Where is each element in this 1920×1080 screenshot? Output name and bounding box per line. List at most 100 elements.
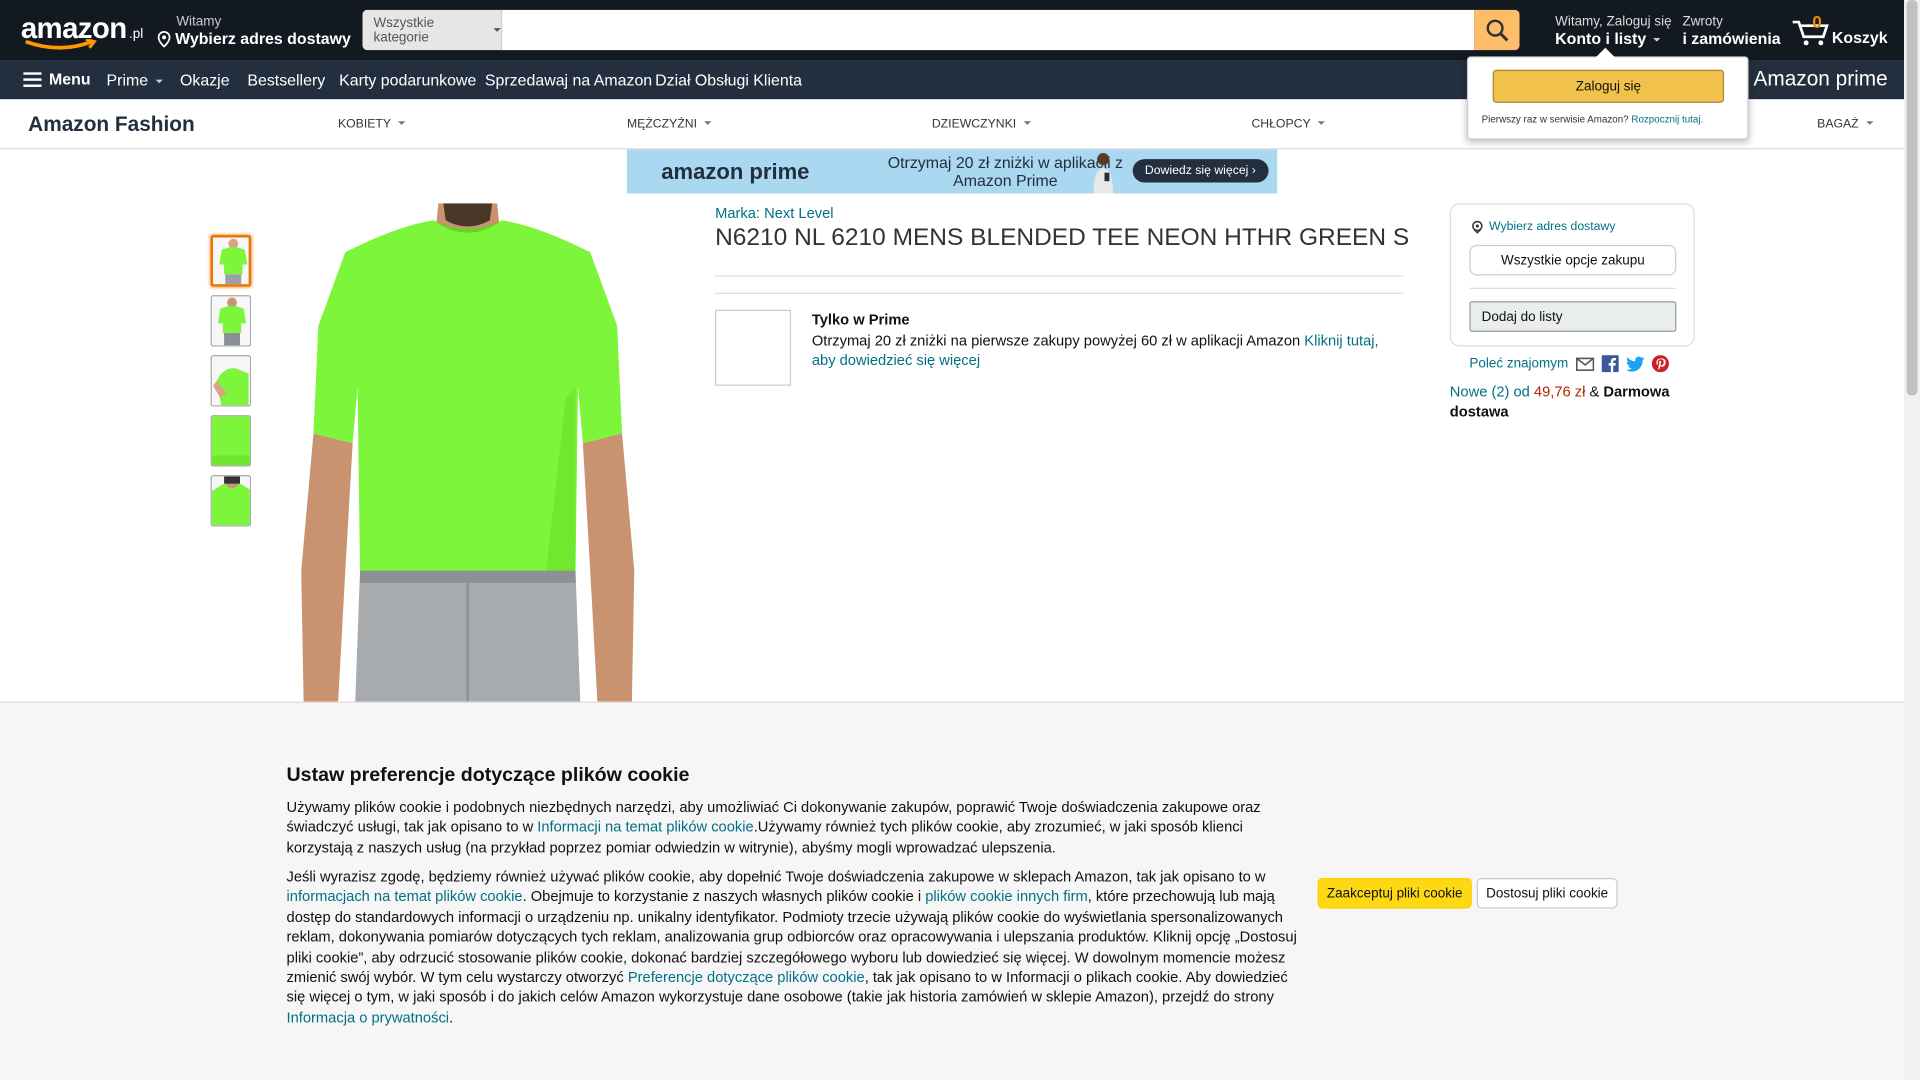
tshirt-collar-thumbnail [211, 476, 250, 526]
prime-offer-body: Otrzymaj 20 zł zniżki na pierwsze zakupy… [811, 331, 1305, 349]
new-customer-label: Pierwszy raz w serwisie Amazon? [1481, 113, 1629, 125]
cookie-paragraph-2: Jeśli wyrazisz zgodę, będziemy również u… [287, 867, 1303, 1028]
returns-label: Zwroty [1682, 14, 1723, 30]
cookie-consent-banner: Ustaw preferencje dotyczące plików cooki… [0, 701, 1905, 1080]
nav-item-prime[interactable]: Prime [107, 71, 163, 89]
divider [1469, 287, 1677, 289]
chevron-down-icon [1318, 121, 1326, 125]
main-product-image[interactable] [288, 203, 645, 706]
chevron-down-icon [398, 121, 406, 125]
twitter-icon[interactable] [1625, 356, 1645, 372]
deliver-address: Wybierz adres dostawy [175, 29, 351, 48]
chevron-down-icon [704, 121, 712, 125]
cart-button[interactable]: 0 Koszyk [1791, 12, 1889, 49]
thumbnail-2[interactable] [210, 295, 252, 347]
deliver-greeting: Witamy [176, 14, 222, 30]
fashion-cat-luggage[interactable]: BAGAŻ [1817, 117, 1874, 132]
cookie-text: . [449, 1008, 454, 1026]
top-nav: amazon .pl Witamy Wybierz adres dostawy W… [0, 0, 1905, 61]
email-icon[interactable] [1575, 357, 1594, 371]
signin-popover: Zaloguj się Pierwszy raz w serwisie Amaz… [1466, 47, 1749, 140]
fashion-cat-label: MĘŻCZYŹNI [626, 117, 698, 132]
fashion-cat-label: CHŁOPCY [1251, 117, 1311, 132]
man-wearing-neon-green-tshirt [288, 203, 645, 706]
search-category-label: Wszystkie kategorie [373, 15, 435, 45]
account-lists[interactable]: Witamy, Zaloguj się Konto i listy [1555, 15, 1672, 48]
search-button[interactable] [1474, 9, 1520, 51]
cookie-info-link[interactable]: Informacji na temat plików cookie [537, 818, 753, 835]
nav-item-gift-cards[interactable]: Karty podarunkowe [339, 71, 476, 89]
amazon-logo[interactable]: amazon .pl [21, 12, 143, 50]
chevron-down-icon [493, 28, 501, 32]
smile-icon [25, 39, 97, 50]
cookie-preferences-link[interactable]: Preferencje dotyczące plików cookie [628, 969, 865, 986]
chevron-down-icon [1866, 121, 1874, 125]
nav-item-sell[interactable]: Sprzedawaj na Amazon [485, 71, 652, 89]
nav-item-label: Prime [106, 71, 149, 90]
search-category-select[interactable]: Wszystkie kategorie [362, 9, 503, 51]
thumbnail-3[interactable] [210, 355, 252, 407]
tshirt-front-thumbnail [213, 237, 249, 285]
brand-link[interactable]: Marka: Next Level [715, 204, 833, 221]
share-row: Poleć znajomym [1469, 355, 1669, 373]
nav-item-deals[interactable]: Okazje [180, 71, 230, 89]
cart-label: Koszyk [1831, 28, 1888, 47]
fashion-brand[interactable]: Amazon Fashion [28, 113, 195, 137]
hamburger-menu-button[interactable]: Menu [23, 69, 91, 89]
banner-prime-logo: amazon prime [661, 158, 810, 184]
fashion-cat-girls[interactable]: DZIEWCZYNKI [932, 118, 1031, 131]
thumbnail-1[interactable] [210, 235, 252, 287]
scrollbar-thumb[interactable] [1906, 0, 1918, 396]
third-party-cookies-link[interactable]: plików cookie innych firm [925, 888, 1088, 905]
product-title: N6210 NL 6210 MENS BLENDED TEE NEON HTHR… [715, 224, 1410, 252]
woman-with-phone-illustration [1093, 153, 1114, 194]
returns-orders[interactable]: Zwroty i zamówienia [1682, 15, 1780, 48]
banner-learn-more-button[interactable]: Dowiedz się więcej › [1132, 159, 1269, 183]
deliver-to[interactable]: Witamy Wybierz adres dostawy [157, 15, 351, 48]
search-icon [1485, 18, 1508, 41]
prime-offer-text: Otrzymaj 20 zł zniżki na pierwsze zakupy… [812, 331, 1400, 370]
select-address-label: Wybierz adres dostawy [1488, 220, 1616, 234]
thumbnail-4[interactable] [210, 415, 252, 467]
privacy-notice-link[interactable]: Informacja o prywatności [287, 1009, 450, 1026]
signin-button[interactable]: Zaloguj się [1492, 69, 1725, 103]
prime-only-heading: Tylko w Prime [811, 311, 910, 329]
nav-item-bestsellers[interactable]: Bestsellery [247, 71, 325, 89]
account-greeting: Witamy, Zaloguj się [1555, 14, 1672, 30]
chevron-down-icon [1023, 121, 1031, 125]
all-buying-options-button[interactable]: Wszystkie opcje zakupu [1469, 244, 1677, 276]
fashion-cat-label: DZIEWCZYNKI [931, 117, 1017, 132]
tshirt-side-thumbnail [211, 356, 250, 406]
tshirt-fabric-thumbnail [211, 416, 250, 466]
thumbnail-5[interactable] [210, 475, 252, 527]
nav-item-customer-service[interactable]: Dział Obsługi Klienta [655, 71, 802, 89]
location-pin-icon [157, 30, 171, 48]
pinterest-icon[interactable] [1651, 355, 1669, 373]
tshirt-back-thumbnail [211, 296, 250, 346]
cookie-info-link[interactable]: informacjach na temat plików cookie [287, 888, 523, 905]
search-input[interactable] [502, 9, 1475, 51]
divider [715, 275, 1404, 277]
facebook-icon[interactable] [1601, 355, 1619, 373]
fashion-cat-label: BAGAŻ [1817, 117, 1859, 132]
fashion-cat-men[interactable]: MĘŻCZYŹNI [627, 118, 712, 131]
select-address-link[interactable]: Wybierz adres dostawy [1471, 220, 1616, 234]
share-label: Poleć znajomym [1469, 356, 1569, 372]
search-bar: Wszystkie kategorie [362, 9, 1520, 51]
new-offers-link[interactable]: Nowe (2) od [1450, 383, 1534, 400]
other-offers: Nowe (2) od 49,76 zł & Darmowa dostawa [1450, 382, 1683, 421]
customize-cookies-button[interactable]: Dostosuj pliki cookie [1476, 877, 1618, 909]
add-to-list-button[interactable]: Dodaj do listy [1469, 301, 1677, 332]
start-here-link[interactable]: Rozpocznij tutaj. [1631, 114, 1703, 125]
divider [715, 292, 1404, 294]
amazon-prime-logo[interactable]: Amazon prime [1753, 67, 1887, 91]
fashion-cat-boys[interactable]: CHŁOPCY [1251, 117, 1326, 132]
prime-promo-banner[interactable]: amazon prime Otrzymaj 20 zł zniżki w apl… [626, 149, 1278, 194]
cookie-text: Jeśli wyrazisz zgodę, będziemy również u… [286, 868, 1266, 886]
menu-label: Menu [48, 69, 91, 89]
location-pin-icon [1472, 220, 1483, 234]
offer-price: 49,76 zł [1533, 383, 1586, 401]
chevron-down-icon [155, 79, 163, 84]
fashion-cat-women[interactable]: KOBIETY [338, 118, 406, 131]
accept-cookies-button[interactable]: Zaakceptuj pliki cookie [1317, 877, 1472, 909]
